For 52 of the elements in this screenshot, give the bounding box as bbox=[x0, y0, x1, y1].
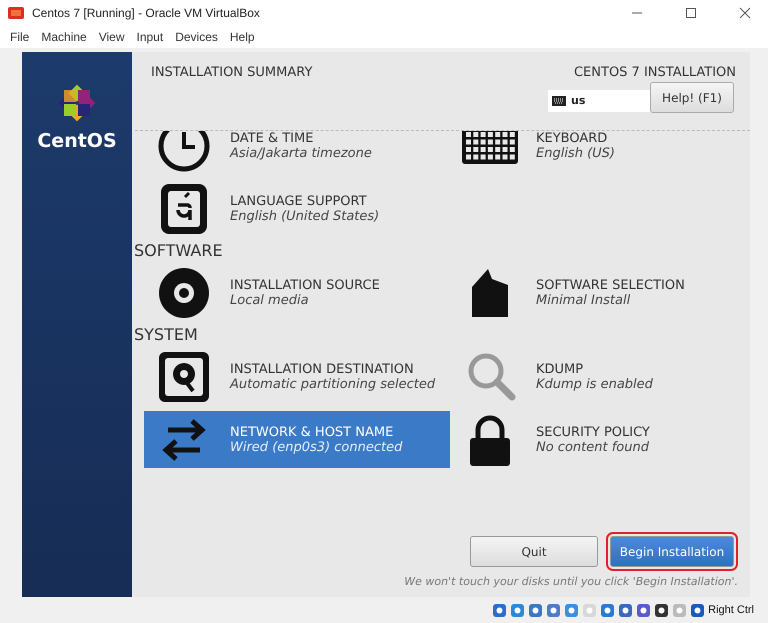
spoke-title: KDUMP bbox=[536, 362, 584, 376]
section-title: SYSTEM bbox=[134, 325, 199, 344]
spoke-status: English (United States) bbox=[230, 208, 380, 224]
app-icon bbox=[8, 5, 24, 21]
spoke-item[interactable]: LANGUAGE SUPPORT English (United States) bbox=[144, 180, 450, 237]
status-icon[interactable] bbox=[690, 602, 706, 618]
spoke-title: KEYBOARD bbox=[536, 131, 608, 146]
spoke-item[interactable]: KDUMP Kdump is enabled bbox=[450, 348, 750, 405]
keyboard-layout: us bbox=[571, 94, 586, 107]
spoke-status: Automatic partitioning selected bbox=[230, 376, 436, 392]
keyboard-layout-field[interactable]: us bbox=[548, 90, 652, 112]
clock-icon bbox=[156, 131, 212, 174]
spoke-status: Minimal Install bbox=[536, 292, 632, 308]
status-icon[interactable] bbox=[654, 602, 670, 618]
spoke-title: DATE & TIME bbox=[230, 131, 314, 146]
spoke-item[interactable]: INSTALLATION DESTINATION Automatic partitioning selected bbox=[144, 348, 450, 405]
spoke-title: SOFTWARE SELECTION bbox=[536, 278, 685, 292]
menu-item[interactable]: View bbox=[92, 30, 130, 44]
menu-item[interactable]: Machine bbox=[35, 30, 93, 44]
spoke-item[interactable]: DATE & TIME Asia/Jakarta timezone bbox=[144, 131, 450, 174]
spoke-item[interactable]: NETWORK & HOST NAME Wired (enp0s3) connected bbox=[144, 411, 450, 468]
spoke-status: Local media bbox=[230, 292, 310, 308]
logo-icon bbox=[56, 82, 98, 124]
spoke-item[interactable]: SOFTWARE SELECTION Minimal Install bbox=[450, 264, 750, 321]
section-title: SOFTWARE bbox=[134, 241, 224, 260]
spoke-title: SECURITY POLICY bbox=[536, 424, 650, 440]
spoke-title: LANGUAGE SUPPORT bbox=[230, 194, 368, 208]
menu-item[interactable]: Help bbox=[224, 30, 261, 44]
help-button[interactable]: Help! (F1) bbox=[650, 82, 734, 113]
menu-item[interactable]: File bbox=[4, 30, 36, 44]
logo-text: CentOS bbox=[37, 130, 117, 152]
spoke-status: No content found bbox=[536, 440, 650, 454]
page-title: INSTALLATION SUMMARY bbox=[151, 65, 312, 82]
menu-item[interactable]: Input bbox=[130, 30, 170, 44]
spoke-status: Asia/Jakarta timezone bbox=[230, 146, 372, 160]
keyboard-icon bbox=[552, 96, 566, 106]
host-key-label: Right Ctrl bbox=[708, 604, 754, 616]
footer-note: We won't touch your disks until you click 'Begin Installation'. bbox=[404, 575, 738, 588]
window-title: Centos 7 [Running] - Oracle VM VirtualBox bbox=[32, 6, 261, 20]
menu-item[interactable]: Devices bbox=[169, 30, 224, 44]
spoke-item[interactable]: KEYBOARD English (US) bbox=[450, 131, 750, 174]
quit-button[interactable]: Quit bbox=[470, 536, 598, 567]
spoke-status: English (US) bbox=[536, 146, 615, 160]
status-icon[interactable] bbox=[636, 602, 652, 618]
spoke-title: INSTALLATION DESTINATION bbox=[230, 362, 415, 376]
spoke-status: Kdump is enabled bbox=[536, 376, 653, 392]
spoke-item[interactable]: INSTALLATION SOURCE Local media bbox=[144, 264, 450, 321]
spoke-title: INSTALLATION SOURCE bbox=[230, 278, 380, 292]
spoke-item[interactable]: SECURITY POLICY No content found bbox=[450, 411, 750, 468]
spoke-status: Wired (enp0s3) connected bbox=[230, 440, 402, 454]
spoke-title: NETWORK & HOST NAME bbox=[230, 424, 394, 440]
product-title: CENTOS 7 INSTALLATION bbox=[574, 65, 736, 80]
